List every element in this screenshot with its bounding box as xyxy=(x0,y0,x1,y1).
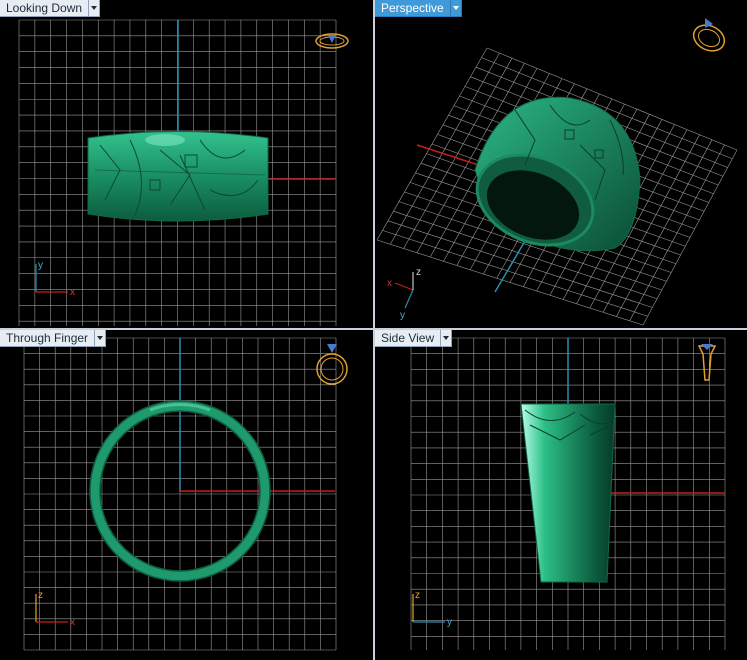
viewport-title[interactable]: Perspective xyxy=(375,0,451,17)
grid-line xyxy=(629,144,725,321)
ring-orientation-icon[interactable] xyxy=(689,18,728,56)
viewport-through-finger[interactable]: Through Finger z x xyxy=(0,330,375,660)
viewport-title-bar: Looking Down xyxy=(0,0,101,17)
viewport-title[interactable]: Looking Down xyxy=(0,0,90,17)
viewport-side-view[interactable]: Side View z y xyxy=(375,330,747,660)
grid-line xyxy=(376,239,644,326)
axis-label-x: x xyxy=(70,287,75,298)
ring-model[interactable] xyxy=(87,131,269,222)
axis-label-y: y xyxy=(447,617,452,628)
ring-orientation-icon[interactable] xyxy=(315,33,349,49)
grid-line xyxy=(642,149,738,326)
viewport-title-bar: Perspective xyxy=(375,0,462,17)
axis-label-y: y xyxy=(38,260,43,271)
axis-label-z: z xyxy=(415,590,420,601)
axis-gizmo: z y xyxy=(412,590,452,628)
viewport-perspective[interactable]: Perspective x z y xyxy=(375,0,747,330)
ring-model[interactable] xyxy=(464,96,641,261)
axis-label-z: z xyxy=(416,267,421,278)
axis-gizmo: y x xyxy=(35,260,75,298)
ring-orientation-icon[interactable] xyxy=(697,344,717,381)
viewport-title[interactable]: Side View xyxy=(375,330,442,347)
axis-label-x: x xyxy=(70,617,75,628)
chevron-down-icon[interactable] xyxy=(441,330,453,347)
chevron-down-icon[interactable] xyxy=(89,0,101,17)
axis-gizmo: x z y xyxy=(387,267,421,321)
axis-label-z: z xyxy=(38,590,43,601)
chevron-down-icon[interactable] xyxy=(95,330,107,347)
viewport-title-bar: Through Finger xyxy=(0,330,107,347)
viewport-canvas[interactable]: x z y xyxy=(375,0,747,328)
viewport-title[interactable]: Through Finger xyxy=(0,330,96,347)
viewport-canvas[interactable]: y x xyxy=(0,0,373,328)
viewport-looking-down[interactable]: Looking Down y x xyxy=(0,0,375,330)
ring-orientation-icon[interactable] xyxy=(316,344,348,385)
viewport-title-bar: Side View xyxy=(375,330,453,347)
axis-label-x: x xyxy=(387,278,392,289)
viewport-canvas[interactable]: z x xyxy=(0,330,373,660)
viewport-canvas[interactable]: z y xyxy=(375,330,747,660)
chevron-down-icon[interactable] xyxy=(450,0,462,17)
ring-model[interactable] xyxy=(520,403,616,583)
axis-label-y: y xyxy=(400,310,405,321)
